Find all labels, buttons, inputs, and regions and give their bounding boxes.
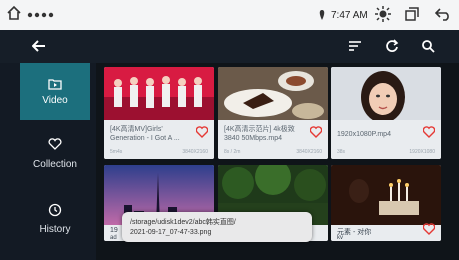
- favorite-icon[interactable]: [423, 223, 435, 235]
- video-card[interactable]: 1920x1080P.mp4 38s 1920X1080: [331, 67, 441, 159]
- recent-apps-icon[interactable]: [405, 7, 419, 21]
- video-thumbnail: [218, 67, 328, 120]
- sidebar: Video Collection History: [0, 63, 96, 260]
- brightness-icon[interactable]: [374, 5, 392, 23]
- video-resolution: 3840X2160: [182, 149, 208, 155]
- video-title: [4K高清MV]Girls' Generation - I Got A ...: [110, 126, 180, 142]
- sidebar-item-label: Video: [42, 95, 68, 106]
- app-toolbar: [0, 30, 459, 63]
- heart-outline-icon: [48, 138, 62, 150]
- folder-play-icon: [48, 79, 62, 90]
- signal-dots-icon: [27, 12, 54, 18]
- video-meta: 1920x1080P.mp4 38s 1920X1080: [331, 120, 441, 159]
- sort-icon[interactable]: [348, 40, 362, 52]
- screenshot-toast: /storage/udisk1dev2/abc韩实直图/ 2021-09-17_…: [122, 212, 312, 242]
- video-title: 1920x1080P.mp4: [337, 131, 391, 138]
- video-meta: [4K高清示范片] 4k极致 3840 50Mbps.mp4 8s / 2m 3…: [218, 120, 328, 159]
- video-subtitle: ad: [110, 235, 117, 241]
- video-resolution: 1920X1080: [409, 149, 435, 155]
- location-icon: [319, 10, 325, 20]
- back-icon[interactable]: [435, 7, 451, 21]
- status-bar: 7:47 AM: [0, 0, 459, 30]
- search-icon[interactable]: [421, 39, 435, 53]
- refresh-icon[interactable]: [385, 39, 399, 53]
- toast-path: /storage/udisk1dev2/abc韩实直图/: [130, 219, 236, 226]
- video-thumbnail: [331, 165, 441, 225]
- toast-filename: 2021-09-17_07-47-33.png: [130, 229, 212, 236]
- sidebar-item-history[interactable]: History: [20, 203, 90, 243]
- video-title: [4K高清示范片] 4k极致 3840 50Mbps.mp4: [224, 126, 295, 142]
- video-card[interactable]: 元素 - 对你 kv: [331, 165, 441, 241]
- favorite-icon[interactable]: [423, 126, 435, 138]
- sidebar-item-collection[interactable]: Collection: [20, 138, 90, 178]
- video-duration: 5m4s: [110, 149, 123, 155]
- video-meta: 元素 - 对你 kv: [331, 223, 441, 241]
- favorite-icon[interactable]: [310, 126, 322, 138]
- video-resolution: 3840X2160: [296, 149, 322, 155]
- video-title: 19: [110, 227, 118, 234]
- video-card[interactable]: [4K高清示范片] 4k极致 3840 50Mbps.mp4 8s / 2m 3…: [218, 67, 328, 159]
- video-duration: 8s / 2m: [224, 149, 241, 155]
- video-meta: [4K高清MV]Girls' Generation - I Got A ... …: [104, 120, 214, 159]
- clock: 7:47 AM: [331, 10, 368, 21]
- sidebar-item-label: History: [39, 224, 71, 235]
- sidebar-item-video[interactable]: Video: [20, 63, 90, 120]
- video-thumbnail: [331, 67, 441, 120]
- video-card[interactable]: [4K高清MV]Girls' Generation - I Got A ... …: [104, 67, 214, 159]
- video-duration: 38s: [337, 149, 346, 155]
- arrow-back-icon[interactable]: [32, 39, 46, 53]
- home-icon[interactable]: [6, 5, 22, 21]
- favorite-icon[interactable]: [196, 126, 208, 138]
- clock-icon: [48, 203, 62, 217]
- sidebar-item-label: Collection: [33, 159, 77, 170]
- video-thumbnail: [104, 67, 214, 120]
- video-subtitle: kv: [337, 235, 343, 241]
